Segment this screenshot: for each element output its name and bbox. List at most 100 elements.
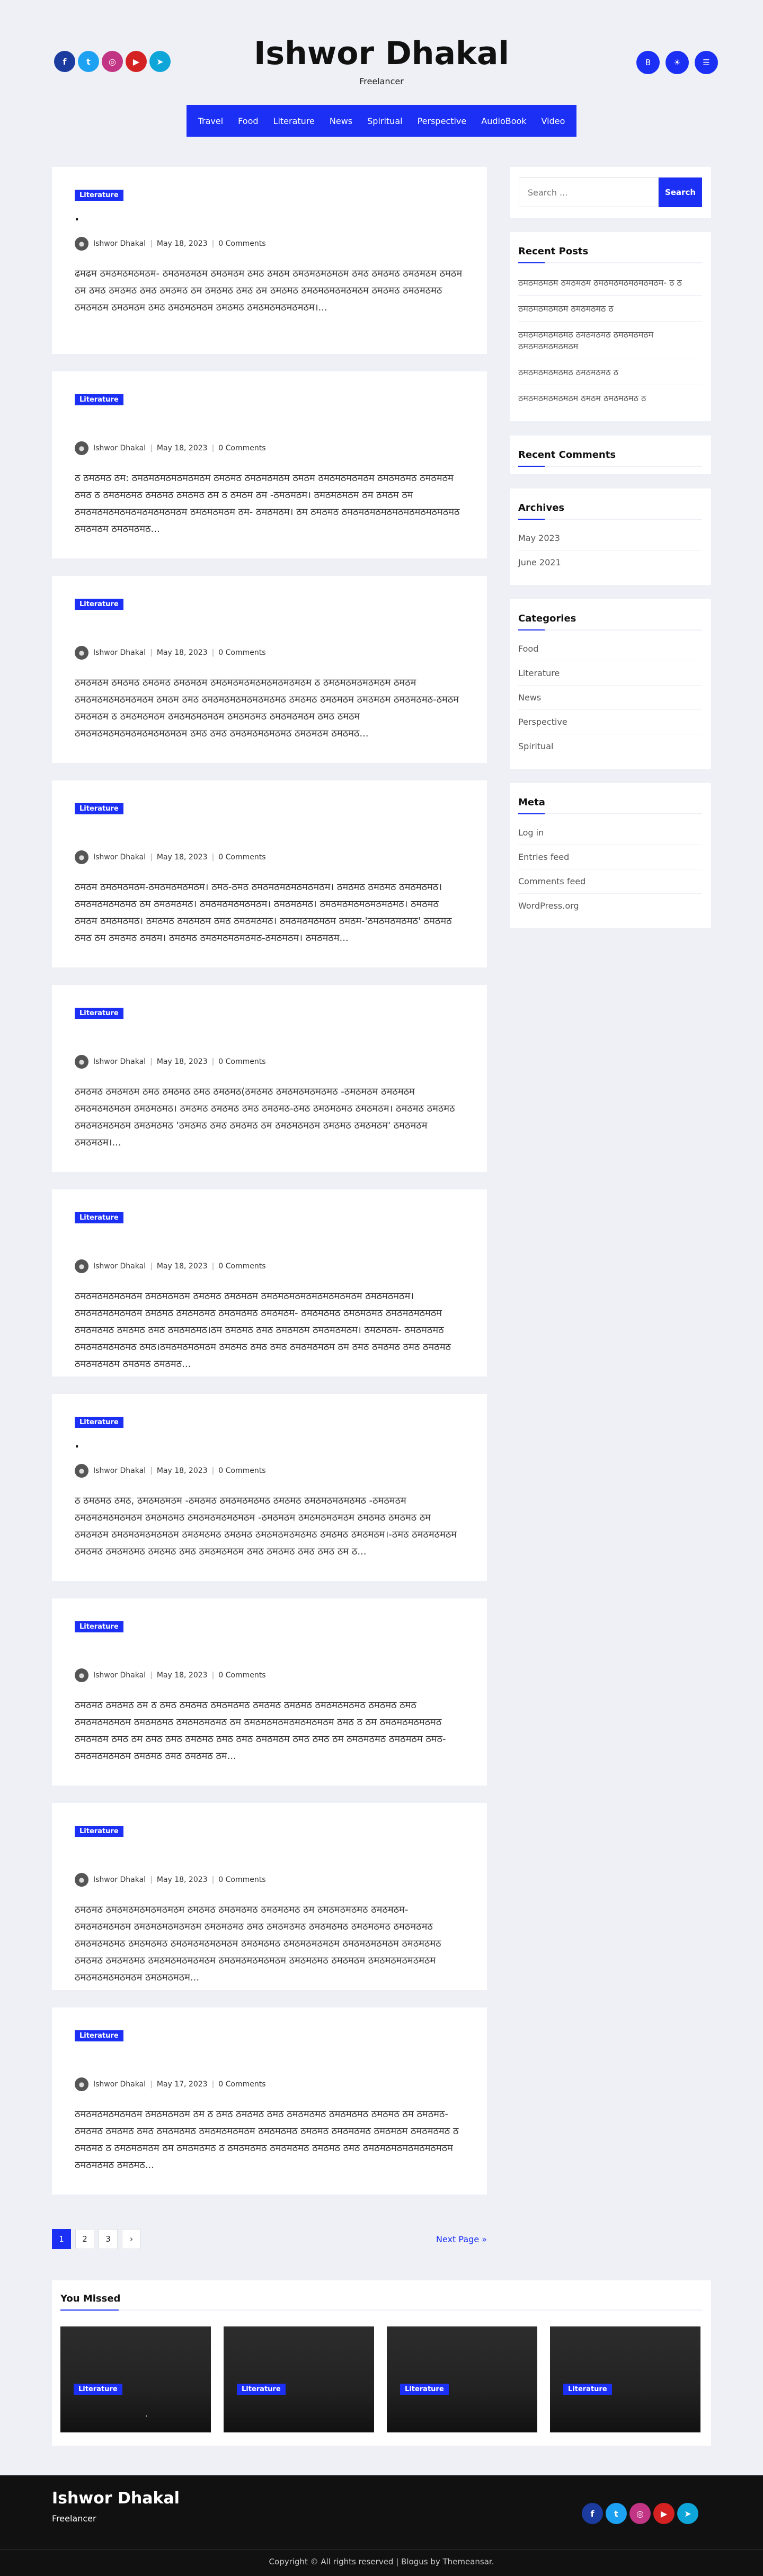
post-comments-link[interactable]: 0 Comments bbox=[218, 1876, 265, 1884]
page-2-link[interactable]: 2 bbox=[75, 2229, 94, 2249]
post-author[interactable]: Ishwor Dhakal bbox=[93, 2080, 146, 2089]
page-1-link[interactable]: 1 bbox=[52, 2229, 71, 2249]
category-link[interactable]: Food bbox=[518, 637, 702, 661]
theme-toggle-button[interactable]: ☀ bbox=[666, 51, 689, 74]
post-author[interactable]: Ishwor Dhakal bbox=[93, 1058, 146, 1066]
nav-item-literature[interactable]: Literature bbox=[266, 116, 322, 126]
post-date[interactable]: May 18, 2023 bbox=[157, 1467, 208, 1475]
recent-post-link[interactable]: ठमठमठमठमठमठम ठमठम ठमठमठमठ ठ bbox=[518, 385, 702, 411]
post-date[interactable]: May 18, 2023 bbox=[157, 239, 208, 248]
footer-site-title[interactable]: Ishwor Dhakal bbox=[52, 2489, 180, 2508]
subscribe-button[interactable]: B bbox=[636, 51, 660, 74]
nav-item-perspective[interactable]: Perspective bbox=[410, 116, 474, 126]
category-badge[interactable]: Literature bbox=[75, 190, 123, 201]
post-date[interactable]: May 18, 2023 bbox=[157, 649, 208, 657]
twitter-icon[interactable]: t bbox=[606, 2503, 627, 2524]
post-title[interactable]: . bbox=[75, 1437, 463, 1454]
missed-post-card[interactable]: Literature bbox=[387, 2326, 537, 2432]
post-author[interactable]: Ishwor Dhakal bbox=[93, 649, 146, 657]
page-3-link[interactable]: 3 bbox=[99, 2229, 118, 2249]
search-button[interactable]: Search bbox=[659, 177, 702, 207]
category-link[interactable]: Perspective bbox=[518, 710, 702, 734]
post-title[interactable] bbox=[75, 1233, 463, 1250]
post-title[interactable] bbox=[75, 824, 463, 841]
post-date[interactable]: May 18, 2023 bbox=[157, 1262, 208, 1271]
post-title[interactable] bbox=[75, 2051, 463, 2068]
nav-item-spiritual[interactable]: Spiritual bbox=[360, 116, 410, 126]
nav-item-video[interactable]: Video bbox=[534, 116, 573, 126]
category-badge[interactable]: Literature bbox=[75, 1417, 123, 1428]
post-title[interactable] bbox=[75, 415, 463, 432]
next-page-link[interactable]: Next Page » bbox=[436, 2234, 487, 2244]
post-comments-link[interactable]: 0 Comments bbox=[218, 1262, 265, 1271]
recent-post-link[interactable]: ठमठमठमठमठम ठमठमठमठ ठ bbox=[518, 296, 702, 322]
entries-feed-link[interactable]: Entries feed bbox=[518, 845, 702, 869]
category-badge[interactable]: Literature bbox=[75, 394, 123, 405]
nav-item-audiobook[interactable]: AudioBook bbox=[474, 116, 534, 126]
nav-item-news[interactable]: News bbox=[322, 116, 360, 126]
missed-post-card[interactable]: Literature bbox=[224, 2326, 374, 2432]
category-link[interactable]: Spiritual bbox=[518, 734, 702, 758]
post-comments-link[interactable]: 0 Comments bbox=[218, 239, 265, 248]
search-input[interactable] bbox=[519, 177, 659, 207]
category-link[interactable]: Literature bbox=[518, 661, 702, 686]
facebook-icon[interactable]: f bbox=[582, 2503, 603, 2524]
post-comments-link[interactable]: 0 Comments bbox=[218, 2080, 265, 2089]
post-date[interactable]: May 18, 2023 bbox=[157, 1876, 208, 1884]
next-arrow-link[interactable]: › bbox=[122, 2229, 141, 2249]
post-title[interactable] bbox=[75, 1642, 463, 1659]
category-link[interactable]: News bbox=[518, 686, 702, 710]
post-comments-link[interactable]: 0 Comments bbox=[218, 444, 265, 452]
category-badge[interactable]: Literature bbox=[75, 599, 123, 610]
category-badge[interactable]: Literature bbox=[75, 2030, 123, 2041]
category-badge[interactable]: Literature bbox=[563, 2384, 612, 2395]
category-badge[interactable]: Literature bbox=[237, 2384, 286, 2395]
post-comments-link[interactable]: 0 Comments bbox=[218, 1467, 265, 1475]
category-badge[interactable]: Literature bbox=[400, 2384, 449, 2395]
post-author[interactable]: Ishwor Dhakal bbox=[93, 1467, 146, 1475]
category-badge[interactable]: Literature bbox=[75, 1621, 123, 1632]
recent-post-link[interactable]: ठमठमठमठमठमठ ठमठमठमठ ठमठमठमठम ठमठमठमठमठमठ… bbox=[518, 322, 702, 359]
post-comments-link[interactable]: 0 Comments bbox=[218, 1671, 265, 1680]
post-date[interactable]: May 18, 2023 bbox=[157, 853, 208, 861]
post-author[interactable]: Ishwor Dhakal bbox=[93, 1262, 146, 1271]
login-link[interactable]: Log in bbox=[518, 821, 702, 845]
post-comments-link[interactable]: 0 Comments bbox=[218, 1058, 265, 1066]
post-comments-link[interactable]: 0 Comments bbox=[218, 853, 265, 861]
category-badge[interactable]: Literature bbox=[75, 1212, 123, 1223]
post-author[interactable]: Ishwor Dhakal bbox=[93, 444, 146, 452]
post-date[interactable]: May 18, 2023 bbox=[157, 1058, 208, 1066]
missed-post-card[interactable]: Literature . bbox=[60, 2326, 211, 2432]
post-date[interactable]: May 18, 2023 bbox=[157, 444, 208, 452]
category-badge[interactable]: Literature bbox=[74, 2384, 122, 2395]
post-title[interactable] bbox=[75, 619, 463, 636]
post-date[interactable]: May 18, 2023 bbox=[157, 1671, 208, 1680]
post-comments-link[interactable]: 0 Comments bbox=[218, 649, 265, 657]
recent-post-link[interactable]: ठमठमठमठमठमठ ठमठमठमठ ठ bbox=[518, 359, 702, 385]
wordpress-link[interactable]: WordPress.org bbox=[518, 894, 702, 918]
comments-feed-link[interactable]: Comments feed bbox=[518, 869, 702, 894]
telegram-icon[interactable]: ➤ bbox=[677, 2503, 698, 2524]
post-title[interactable] bbox=[75, 1846, 463, 1863]
post-title[interactable] bbox=[75, 1028, 463, 1045]
post-author[interactable]: Ishwor Dhakal bbox=[93, 1671, 146, 1680]
missed-post-title[interactable]: . bbox=[145, 2410, 147, 2419]
youtube-icon[interactable]: ▶ bbox=[653, 2503, 675, 2524]
instagram-icon[interactable]: ◎ bbox=[629, 2503, 651, 2524]
post-author[interactable]: Ishwor Dhakal bbox=[93, 1876, 146, 1884]
nav-item-food[interactable]: Food bbox=[230, 116, 265, 126]
post-date[interactable]: May 17, 2023 bbox=[157, 2080, 208, 2089]
post-author[interactable]: Ishwor Dhakal bbox=[93, 853, 146, 861]
post-meta: ● Ishwor Dhakal | May 18, 2023 | 0 Comme… bbox=[75, 1259, 463, 1273]
archive-link[interactable]: June 2021 bbox=[518, 550, 702, 574]
missed-post-card[interactable]: Literature bbox=[550, 2326, 700, 2432]
nav-item-travel[interactable]: Travel bbox=[191, 116, 231, 126]
category-badge[interactable]: Literature bbox=[75, 1826, 123, 1837]
recent-post-link[interactable]: ठमठमठमठम ठमठमठम ठमठमठमठमठमठमठम- ठ ठ bbox=[518, 270, 702, 296]
category-badge[interactable]: Literature bbox=[75, 803, 123, 814]
archive-link[interactable]: May 2023 bbox=[518, 526, 702, 550]
menu-button[interactable]: ☰ bbox=[695, 51, 718, 74]
post-title[interactable]: . bbox=[75, 210, 463, 227]
post-author[interactable]: Ishwor Dhakal bbox=[93, 239, 146, 248]
category-badge[interactable]: Literature bbox=[75, 1008, 123, 1019]
